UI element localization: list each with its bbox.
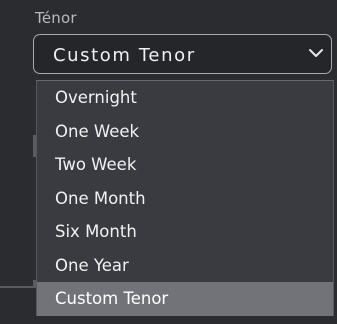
- option-one-year[interactable]: One Year: [37, 249, 333, 283]
- chevron-down-icon[interactable]: [307, 44, 325, 62]
- tenor-select[interactable]: Custom Tenor: [33, 34, 332, 74]
- option-overnight[interactable]: Overnight: [37, 81, 333, 115]
- tenor-field-label: Ténor: [35, 9, 77, 27]
- option-one-month[interactable]: One Month: [37, 182, 333, 216]
- option-one-week[interactable]: One Week: [37, 115, 333, 149]
- background-divider: [0, 286, 36, 288]
- option-two-week[interactable]: Two Week: [37, 148, 333, 182]
- option-six-month[interactable]: Six Month: [37, 215, 333, 249]
- tenor-select-value: Custom Tenor: [53, 45, 196, 66]
- tenor-options-list: Overnight One Week Two Week One Month Si…: [36, 80, 334, 316]
- option-custom-tenor[interactable]: Custom Tenor: [37, 282, 333, 316]
